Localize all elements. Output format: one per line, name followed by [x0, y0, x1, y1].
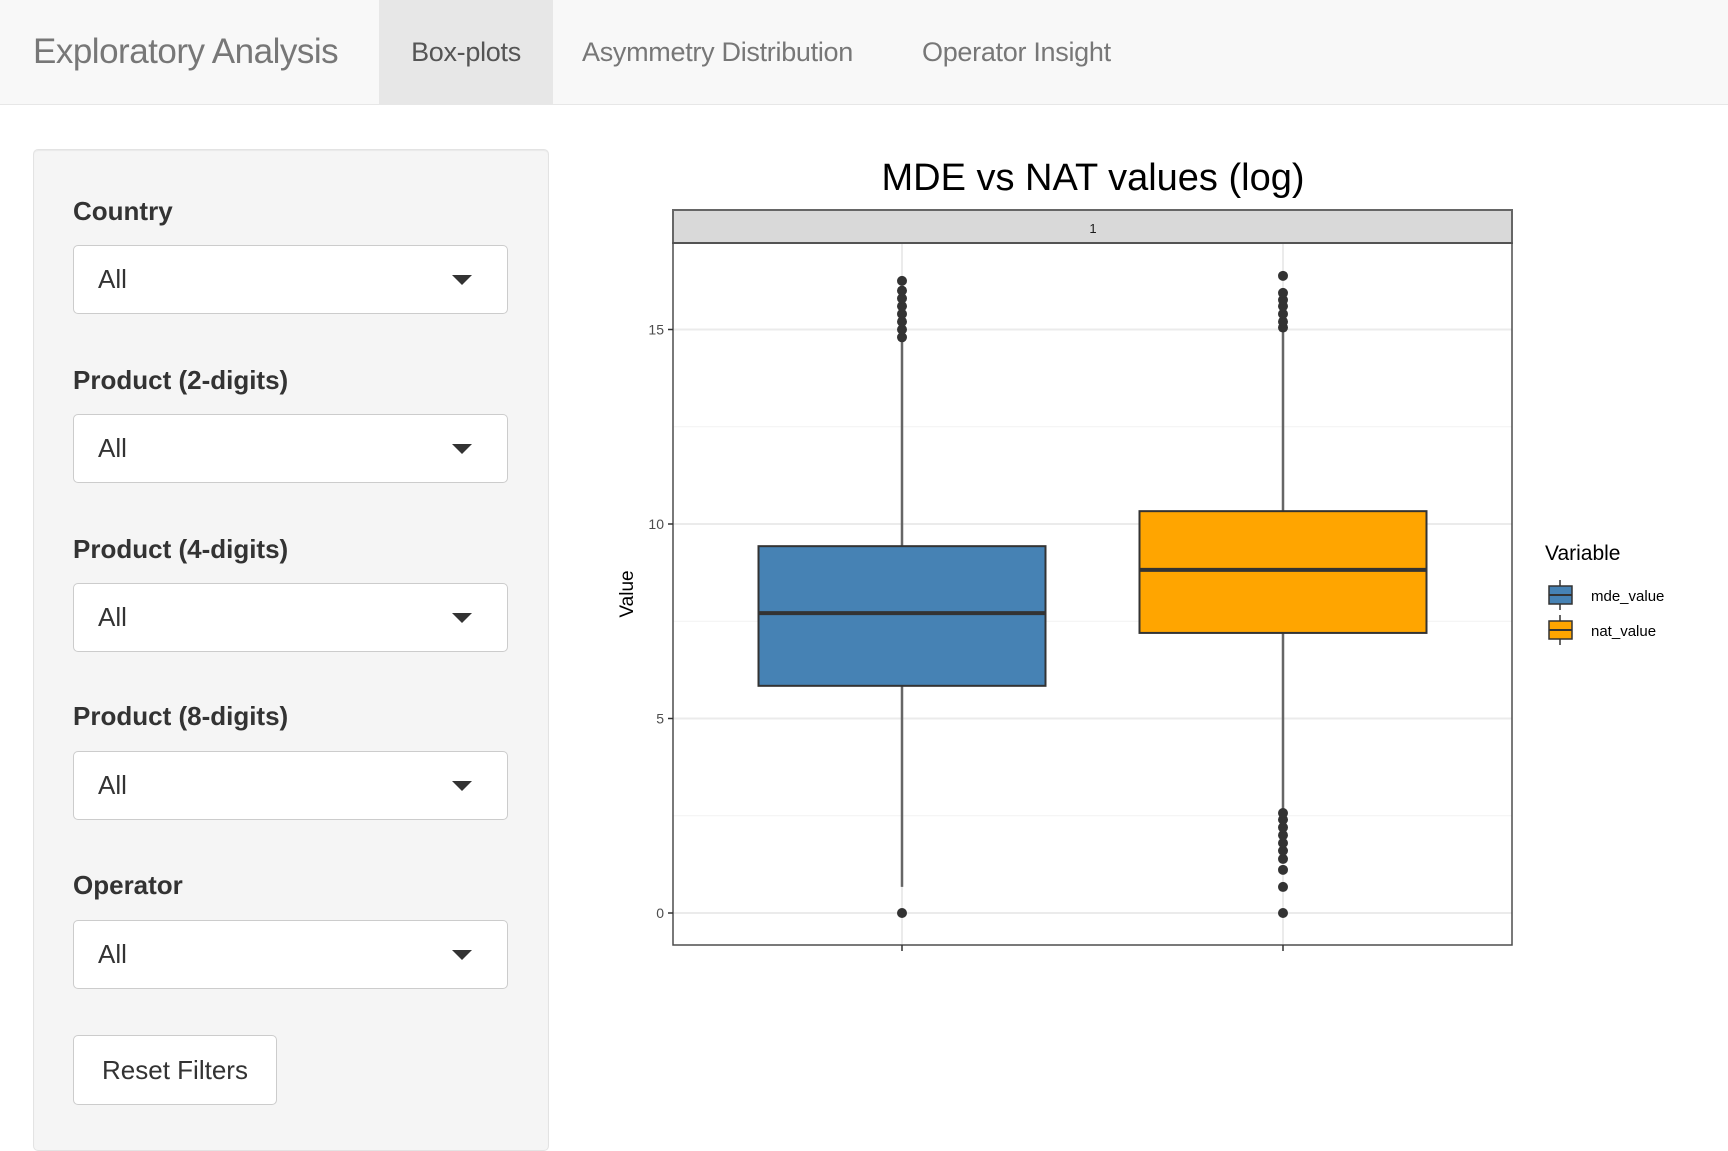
product-2-digits-select-value: All	[98, 433, 127, 463]
product-4-digits-select[interactable]: All	[73, 583, 508, 652]
legend-label: nat_value	[1591, 623, 1656, 640]
outlier-point	[1278, 830, 1288, 841]
legend-key-box	[1548, 585, 1573, 605]
app-brand: Exploratory Analysis	[33, 32, 339, 71]
product-2-digits-select[interactable]: All	[73, 414, 508, 483]
navbar: Exploratory Analysis Box-plots Asymmetry…	[0, 0, 1728, 105]
product-8-digits-select-value: All	[98, 770, 127, 800]
country-select-value: All	[98, 264, 127, 294]
outlier-point	[1278, 308, 1288, 319]
product-8-digits-label: Product (8-digits)	[73, 701, 289, 731]
y-tick-label: 0	[656, 905, 664, 921]
chart-title: MDE vs NAT values (log)	[881, 157, 1304, 199]
legend: Variable mde_value nat_value	[1545, 542, 1664, 645]
outlier-point	[897, 275, 907, 286]
outlier-point	[1278, 845, 1288, 856]
grid-lines	[673, 243, 1512, 945]
box-nat_value	[1138, 270, 1428, 918]
outlier-point	[1278, 322, 1288, 333]
box-mde_value	[757, 275, 1047, 918]
y-axis: 0 5 10 15	[648, 322, 673, 921]
box-iqr	[757, 545, 1047, 687]
facet-strip	[672, 209, 1513, 244]
outlier-point	[897, 301, 907, 312]
outlier-point	[897, 293, 907, 304]
chevron-down-icon	[452, 613, 472, 623]
box-iqr	[1138, 510, 1428, 634]
outlier-point	[1278, 287, 1288, 298]
outlier-point	[897, 324, 907, 335]
legend-item-nat_value: nat_value	[1548, 615, 1656, 645]
outlier-point	[1278, 814, 1288, 825]
legend-item-mde_value: mde_value	[1548, 580, 1664, 610]
chevron-down-icon	[452, 275, 472, 285]
filter-panel: Country All Product (2-digits) All Produ…	[33, 149, 549, 1151]
product-8-digits-select[interactable]: All	[73, 751, 508, 820]
legend-label: mde_value	[1591, 588, 1664, 605]
country-label: Country	[73, 196, 173, 226]
operator-select-value: All	[98, 939, 127, 969]
product-4-digits-label: Product (4-digits)	[73, 534, 289, 564]
product-2-digits-label: Product (2-digits)	[73, 365, 289, 395]
outlier-point	[897, 285, 907, 296]
operator-label: Operator	[73, 870, 183, 900]
outlier-point	[1278, 864, 1288, 875]
outlier-point	[1278, 837, 1288, 848]
plot-panel-border	[672, 242, 1513, 946]
tab-asymmetry-distribution[interactable]: Asymmetry Distribution	[582, 0, 853, 104]
x-axis	[901, 945, 1284, 951]
operator-select[interactable]: All	[73, 920, 508, 989]
outlier-point	[897, 908, 907, 918]
reset-filters-button[interactable]: Reset Filters	[73, 1035, 277, 1105]
outlier-point	[1278, 270, 1288, 281]
legend-key-box	[1548, 620, 1573, 640]
tab-box-plots[interactable]: Box-plots	[379, 0, 553, 104]
y-tick-label: 10	[648, 516, 664, 532]
plot-panel	[673, 243, 1512, 945]
chevron-down-icon	[452, 444, 472, 454]
outlier-point	[1278, 808, 1288, 819]
chevron-down-icon	[452, 781, 472, 791]
outlier-point	[1278, 316, 1288, 327]
tab-operator-insight[interactable]: Operator Insight	[922, 0, 1111, 104]
legend-title: Variable	[1545, 542, 1621, 565]
outlier-point	[897, 332, 907, 343]
outlier-point	[1278, 301, 1288, 312]
y-tick-label: 5	[656, 711, 664, 727]
y-axis-label: Value	[617, 570, 638, 617]
outlier-point	[1278, 853, 1288, 864]
y-tick-label: 15	[648, 322, 664, 338]
outlier-point	[1278, 822, 1288, 833]
chevron-down-icon	[452, 950, 472, 960]
outlier-point	[1278, 908, 1288, 918]
boxes	[757, 270, 1428, 918]
outlier-point	[1278, 294, 1288, 305]
outlier-point	[897, 316, 907, 327]
country-select[interactable]: All	[73, 245, 508, 314]
outlier-point	[1278, 881, 1288, 892]
outlier-point	[897, 308, 907, 319]
product-4-digits-select-value: All	[98, 602, 127, 632]
facet-strip-label: 1	[1089, 221, 1096, 236]
